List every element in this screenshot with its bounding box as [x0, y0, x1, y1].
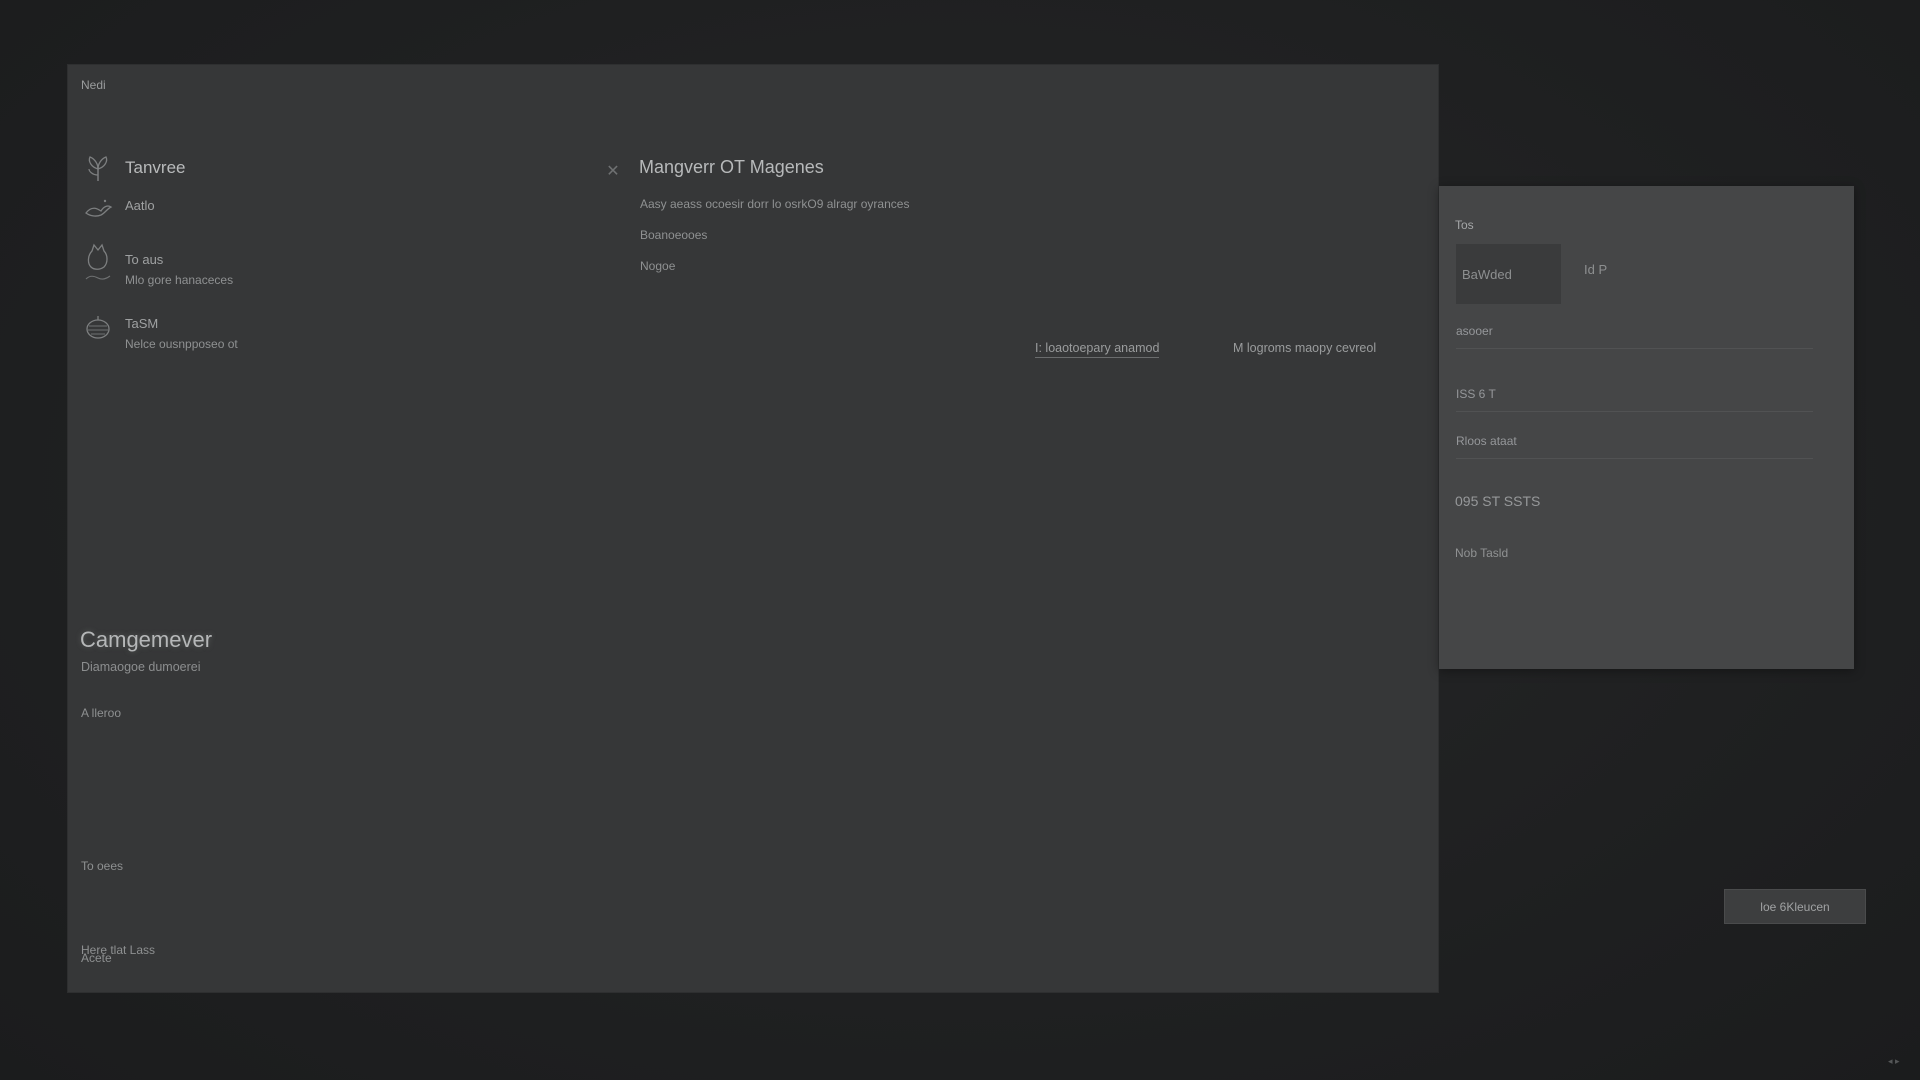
details-value: 095 ST SSTS — [1455, 493, 1541, 509]
details-row[interactable]: asooer — [1456, 324, 1813, 349]
feature-desc: Mlo gore hanaceces — [125, 273, 234, 287]
sidebar-link[interactable]: A lleroo — [81, 706, 121, 720]
details-row[interactable]: ISS 6 T — [1456, 387, 1813, 412]
sidebar-item-to-aus[interactable]: To aus Mlo gore hanaceces — [81, 243, 234, 287]
content-link[interactable]: I: loaotoepary anamod — [1035, 341, 1160, 358]
content-line: Boanoeooes — [640, 228, 708, 242]
content-link[interactable]: M logroms maopy cevreol — [1233, 341, 1376, 357]
content-line: Aasy aeass ocoesir dorr lo osrkO9 alragr… — [640, 197, 910, 211]
bird-icon — [81, 194, 115, 224]
sidebar-link[interactable]: Here tlat Lass — [81, 943, 155, 957]
plant-icon — [81, 154, 115, 184]
details-footer: Nob Tasld — [1455, 546, 1509, 560]
details-chip-value: Id P — [1584, 262, 1608, 277]
content-line: Nogoe — [640, 259, 676, 273]
feature-name: Tanvree — [125, 158, 186, 177]
panel-title: Nedi — [81, 78, 106, 92]
details-panel: Tos BaWded Id P asooer ISS 6 T Rloos ata… — [1439, 186, 1854, 669]
feature-desc: Nelce ousnpposeo ot — [125, 337, 238, 351]
close-icon[interactable]: ✕ — [603, 162, 623, 182]
action-button[interactable]: loe 6Kleucen — [1724, 889, 1866, 924]
sidebar-item-tasm[interactable]: TaSM Nelce ousnpposeo ot — [81, 312, 238, 351]
corner-mark-icon: ◂ ▸ — [1888, 1056, 1900, 1066]
section-subtitle: Diamaogoe dumoerei — [81, 660, 201, 674]
details-chip[interactable]: BaWded — [1456, 244, 1561, 304]
feature-name: To aus — [125, 252, 164, 267]
feature-name: TaSM — [125, 316, 159, 331]
section-heading: Camgemever — [80, 627, 213, 652]
sidebar-link[interactable]: To oees — [81, 859, 123, 873]
content-title: Mangverr OT Magenes — [639, 157, 824, 177]
sidebar-item-aatlo[interactable]: Aatlo — [81, 194, 155, 224]
sidebar-item-tanvree[interactable]: Tanvree — [81, 154, 185, 184]
feature-name: Aatlo — [125, 198, 155, 213]
main-panel: Nedi Tanvree Aatlo To aus Mlo gore hanac… — [67, 64, 1439, 993]
details-chip-label: BaWded — [1462, 266, 1512, 282]
cat-icon — [81, 243, 115, 280]
details-row[interactable]: Rloos ataat — [1456, 434, 1813, 459]
pinecone-icon — [81, 312, 115, 342]
details-title: Tos — [1455, 218, 1474, 232]
